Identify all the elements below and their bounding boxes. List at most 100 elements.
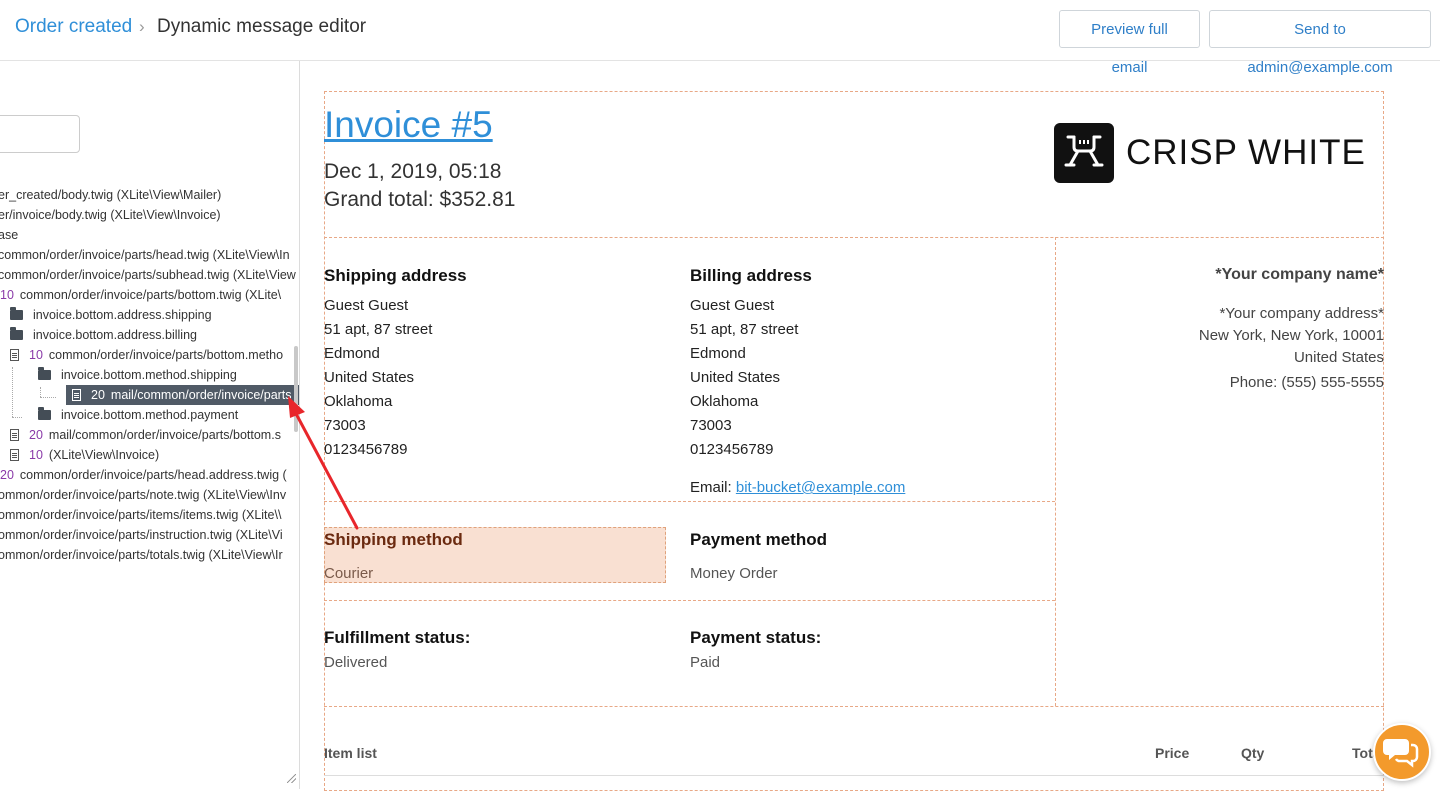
tree-item-weight: 20 [91,388,105,402]
invoice-date: Dec 1, 2019, 05:18 [324,160,502,183]
email-link[interactable]: bit-bucket@example.com [736,479,905,496]
shipping-address-line: 0123456789 [324,441,408,458]
section-divider [324,501,1055,502]
top-bar: Order created › Dynamic message editor P… [0,0,1440,76]
send-to-admin-button[interactable]: Send to admin@example.com [1209,10,1431,76]
tree-item[interactable]: er/invoice/body.twig (XLite\View\Invoice… [0,205,221,225]
tree-item-weight: 20 [29,428,43,442]
tree-item[interactable]: invoice.bottom.method.shipping [38,365,237,385]
tree-item-weight: 20 [0,468,14,482]
item-list-header: Item list [324,745,377,761]
file-icon [10,428,19,441]
tree-item[interactable]: er_created/body.twig (XLite\View\Mailer) [0,185,221,205]
shipping-address-line: 51 apt, 87 street [324,321,433,338]
invoice-grand-total: Grand total: $352.81 [324,188,516,211]
tree-item-label: invoice.bottom.method.payment [61,408,239,422]
payment-method-heading: Payment method [690,530,827,549]
shipping-address-line: Guest Guest [324,297,409,314]
tree-guide-line [12,417,22,418]
payment-status-value: Paid [690,654,721,671]
tree-guide-line [12,367,13,417]
tree-item[interactable]: common/order/invoice/parts/head.twig (XL… [0,245,290,265]
tree-item[interactable]: 10 common/order/invoice/parts/bottom.twig… [0,285,281,305]
shipping-address-line: 73003 [324,417,366,434]
tree-item[interactable]: invoice.bottom.method.payment [38,405,238,425]
tree-item[interactable]: 20 mail/common/order/invoice/parts/bottom… [10,425,281,445]
tree-item-selected[interactable]: 20 mail/common/order/invoice/parts [66,385,299,405]
section-divider [324,706,1384,707]
file-icon [10,448,19,461]
section-divider [324,600,1055,601]
company-address: *Your company address* [1219,305,1384,322]
company-city: New York, New York, 10001 [1198,327,1384,344]
file-icon [72,388,81,401]
tree-item[interactable]: common/order/invoice/parts/subhead.twig … [0,265,296,285]
tree-item[interactable]: ommon/order/invoice/parts/totals.twig (X… [0,545,283,565]
preview-full-email-button[interactable]: Preview full email [1059,10,1200,76]
billing-address-line: 51 apt, 87 street [690,321,799,338]
company-phone: Phone: (555) 555-5555 [1229,374,1384,391]
section-divider [324,237,1384,238]
tree-item-label: invoice.bottom.address.shipping [33,308,212,322]
tree-item[interactable]: invoice.bottom.address.billing [10,325,197,345]
payment-method-value: Money Order [690,565,778,582]
folder-icon [38,406,51,420]
tree-item-label: common/order/invoice/parts/head.address.… [19,468,287,482]
template-tree-sidebar: er_created/body.twig (XLite\View\Mailer)… [0,61,300,789]
sidebar-scrollbar[interactable] [294,346,298,432]
tree-item-label: common/order/invoice/parts/head.twig (XL… [0,248,290,262]
shipping-address-heading: Shipping address [324,266,467,285]
tree-item[interactable]: ommon/order/invoice/parts/note.twig (XLi… [0,485,286,505]
shipping-address-line: United States [324,369,415,386]
breadcrumb-order-created-link[interactable]: Order created [15,16,132,38]
tree-item[interactable]: ase [0,225,18,245]
billing-address-line: Guest Guest [690,297,775,314]
billing-address-line: 73003 [690,417,732,434]
page-title: Dynamic message editor [157,16,367,37]
tree-item-label: common/order/invoice/parts/bottom.metho [48,348,284,362]
tree-item-label: common/order/invoice/parts/bottom.twig (… [19,288,282,302]
tree-item[interactable]: ommon/order/invoice/parts/instruction.tw… [0,525,283,545]
billing-email: Email: bit-bucket@example.com [690,479,905,496]
company-country: United States [1293,349,1384,366]
tree-item-weight: 10 [29,448,43,462]
billing-address-line: Edmond [690,345,746,362]
payment-status-heading: Payment status: [690,628,822,647]
billing-address-line: United States [690,369,781,386]
tree-item-weight: 10 [0,288,14,302]
tree-item-weight: 10 [29,348,43,362]
folder-icon [10,326,23,340]
shipping-method-value: Courier [324,565,374,582]
breadcrumb-separator: › [139,17,145,36]
resize-handle-icon[interactable] [287,774,296,783]
crisp-white-logo-icon [1054,123,1114,183]
shipping-address-line: Oklahoma [324,393,393,410]
billing-address-line: Oklahoma [690,393,759,410]
tree-item-label: invoice.bottom.address.billing [33,328,197,342]
tree-item-label: invoice.bottom.method.shipping [61,368,237,382]
tree-search-input[interactable] [0,115,80,153]
tree-item[interactable]: 10 common/order/invoice/parts/bottom.meth… [10,345,283,365]
fulfillment-status-heading: Fulfillment status: [324,628,471,647]
tree-guide-line [40,387,41,397]
tree-item[interactable]: ommon/order/invoice/parts/items/items.tw… [0,505,281,525]
tree-item[interactable]: 20 common/order/invoice/parts/head.addres… [0,465,287,485]
fulfillment-status-value: Delivered [324,654,388,671]
billing-address-heading: Billing address [690,266,812,285]
tree-item[interactable]: invoice.bottom.address.shipping [10,305,212,325]
tree-item-label: ommon/order/invoice/parts/totals.twig (X… [0,548,283,562]
chat-bubbles-icon[interactable] [1373,723,1431,781]
tree-item-label: ommon/order/invoice/parts/instruction.tw… [0,528,283,542]
section-divider [1055,237,1056,706]
tree-item-label: mail/common/order/invoice/parts/bottom.s [48,428,281,442]
shipping-method-heading: Shipping method [324,530,463,549]
email-label: Email: [690,479,732,496]
folder-open-icon [38,366,51,380]
tree-item-label: (XLite\View\Invoice) [48,448,160,462]
invoice-title-link[interactable]: Invoice #5 [324,104,493,146]
table-header-divider [324,775,1384,776]
logo-text: CRISP WHITE [1126,133,1366,172]
tree-item[interactable]: 10 (XLite\View\Invoice) [10,445,159,465]
tree-item-label: er/invoice/body.twig (XLite\View\Invoice… [0,208,221,222]
tree-item-label: ase [0,228,19,242]
